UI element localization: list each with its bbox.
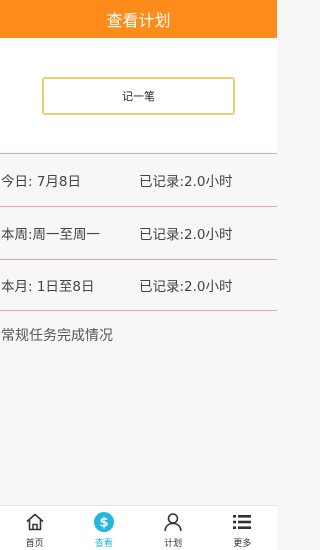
tab-plan[interactable]: 计划 bbox=[139, 506, 208, 550]
record-button-label: 记一笔 bbox=[122, 90, 155, 103]
tab-more[interactable]: 更多 bbox=[208, 506, 277, 550]
stat-recorded-value: 已记录:2.0小时 bbox=[139, 226, 233, 243]
stat-recorded-value: 已记录:2.0小时 bbox=[139, 279, 233, 295]
tab-home[interactable]: 首页 bbox=[0, 506, 69, 550]
list-icon bbox=[231, 511, 253, 533]
stat-period-label: 本周:周一至周一 bbox=[1, 226, 101, 243]
stat-row-month: 本月: 1日至8日 已记录:2.0小时 bbox=[0, 259, 277, 311]
user-icon bbox=[162, 511, 184, 533]
stat-recorded-value: 已记录:2.0小时 bbox=[139, 173, 233, 190]
stat-period-label: 今日: 7月8日 bbox=[1, 173, 82, 190]
coin-icon: $ bbox=[93, 511, 115, 533]
header-bar: 查看计划 bbox=[0, 0, 277, 38]
app-screen: 查看计划 记一笔 今日: 7月8日 已记录:2.0小时 本周:周一至周一 已记录… bbox=[0, 0, 277, 550]
stat-period-label: 本月: 1日至8日 bbox=[1, 279, 95, 295]
record-panel: 记一笔 bbox=[0, 38, 277, 153]
bottom-tab-bar: 首页 $ 查看 计划 更多 bbox=[0, 505, 277, 550]
page-title: 查看计划 bbox=[106, 11, 171, 30]
tab-view[interactable]: $ 查看 bbox=[69, 506, 138, 550]
tab-label: 首页 bbox=[25, 539, 44, 549]
svg-text:$: $ bbox=[99, 516, 108, 531]
home-icon bbox=[24, 511, 46, 533]
tab-label: 计划 bbox=[164, 539, 183, 549]
section-title: 常规任务完成情况 bbox=[1, 328, 113, 344]
tab-label: 更多 bbox=[233, 539, 252, 549]
record-button[interactable]: 记一笔 bbox=[42, 77, 235, 115]
tab-label: 查看 bbox=[94, 539, 113, 549]
stat-row-today: 今日: 7月8日 已记录:2.0小时 bbox=[0, 153, 277, 205]
stat-row-week: 本周:周一至周一 已记录:2.0小时 bbox=[0, 206, 277, 258]
